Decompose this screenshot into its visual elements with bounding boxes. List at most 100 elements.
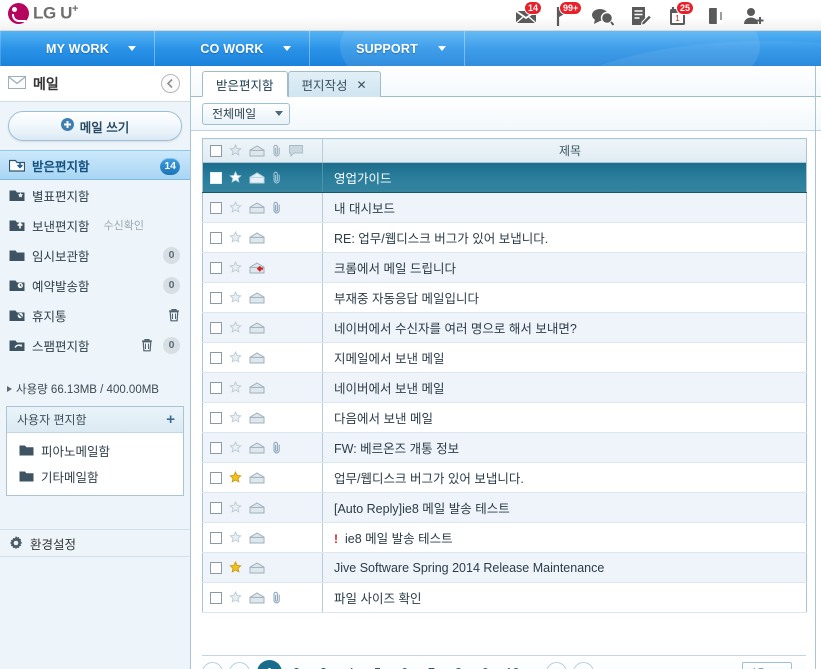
row-subject-cell[interactable]: 부재중 자동응답 메일입니다 (322, 282, 807, 313)
sidebar-item-spam[interactable]: 스팸편지함 0 (0, 330, 190, 360)
attachment-icon[interactable] (272, 201, 282, 214)
row-subject-cell[interactable]: 네이버에서 수신자를 여러 명으로 해서 보내면? (322, 312, 807, 343)
storage-usage[interactable]: 사용량 66.13MB / 400.00MB (0, 376, 190, 402)
page-button-4[interactable]: 4 (338, 660, 363, 669)
star-icon[interactable] (229, 200, 242, 214)
row-checkbox[interactable] (210, 531, 222, 544)
table-row[interactable]: ! ie8 메일 발송 테스트 (202, 522, 807, 553)
tab-inbox[interactable]: 받은편지함 (202, 71, 288, 97)
compose-mail-button[interactable]: 메일 쓰기 (8, 111, 182, 141)
user-folder-item[interactable]: 기타메일함 (7, 463, 183, 489)
add-user-folder-button[interactable]: + (166, 412, 175, 427)
page-button-3[interactable]: 3 (311, 660, 336, 669)
row-checkbox[interactable] (210, 381, 222, 394)
envelope-icon[interactable] (249, 471, 265, 484)
page-button-1[interactable]: 1 (257, 660, 282, 669)
brand-logo[interactable]: LG U+ (8, 3, 78, 24)
envelope-icon[interactable] (249, 501, 265, 514)
mail-filter-select[interactable]: 전체메일 (202, 102, 290, 125)
star-icon[interactable] (229, 440, 242, 454)
calendar-icon[interactable]: 1 25 (666, 0, 695, 28)
envelope-icon[interactable] (249, 291, 265, 304)
page-button-7[interactable]: 7 (419, 660, 444, 669)
sidebar-item-scheduled[interactable]: 예약발송함 0 (0, 270, 190, 300)
page-size-select[interactable]: 15 (742, 661, 792, 669)
attachment-icon[interactable] (272, 441, 282, 454)
star-icon[interactable] (229, 143, 242, 157)
flag-icon[interactable]: 99+ (552, 0, 583, 28)
row-checkbox[interactable] (210, 321, 222, 334)
row-subject-cell[interactable]: 크롬에서 메일 드립니다 (322, 252, 807, 283)
star-icon[interactable] (229, 500, 242, 514)
star-icon[interactable] (229, 470, 242, 484)
table-row[interactable]: 영업가이드 (202, 162, 807, 193)
row-checkbox[interactable] (210, 411, 222, 424)
table-row[interactable]: 다음에서 보낸 메일 (202, 402, 807, 433)
table-row[interactable]: [Auto Reply]ie8 메일 발송 테스트 (202, 492, 807, 523)
row-subject-cell[interactable]: 영업가이드 (322, 162, 807, 193)
row-checkbox[interactable] (210, 441, 222, 454)
envelope-icon[interactable] (249, 171, 265, 184)
star-icon[interactable] (229, 590, 242, 604)
envelope-icon[interactable] (249, 201, 265, 214)
star-icon[interactable] (229, 350, 242, 364)
sidebar-item-trash[interactable]: 휴지통 (0, 300, 190, 330)
table-row[interactable]: 네이버에서 수신자를 여러 명으로 해서 보내면? (202, 312, 807, 343)
comment-icon[interactable] (289, 144, 303, 157)
empty-trash-icon[interactable] (168, 308, 180, 322)
envelope-icon[interactable] (249, 231, 265, 244)
envelope-icon[interactable] (249, 261, 265, 274)
attachment-icon[interactable] (272, 144, 282, 157)
row-checkbox[interactable] (210, 231, 222, 244)
row-checkbox[interactable] (210, 201, 222, 214)
row-checkbox[interactable] (210, 471, 222, 484)
row-checkbox[interactable] (210, 291, 222, 304)
row-subject-cell[interactable]: [Auto Reply]ie8 메일 발송 테스트 (322, 492, 807, 523)
page-button-9[interactable]: 9 (473, 660, 498, 669)
page-button-2[interactable]: 2 (284, 660, 309, 669)
star-icon[interactable] (229, 380, 242, 394)
table-row[interactable]: 파일 사이즈 확인 (202, 582, 807, 613)
prev-page-button[interactable] (229, 662, 250, 669)
sidebar-item-inbox[interactable]: 받은편지함 14 (0, 150, 190, 180)
row-checkbox[interactable] (210, 261, 222, 274)
row-checkbox[interactable] (210, 351, 222, 364)
row-subject-cell[interactable]: FW: 베르온즈 개통 정보 (322, 432, 807, 463)
envelope-icon[interactable] (249, 321, 265, 334)
envelope-icon[interactable] (249, 381, 265, 394)
settings-link[interactable]: 환경설정 (0, 529, 190, 557)
table-row[interactable]: 네이버에서 보낸 메일 (202, 372, 807, 403)
nav-item-co-work[interactable]: CO WORK (155, 31, 310, 66)
row-subject-cell[interactable]: 업무/웹디스크 버그가 있어 보냅니다. (322, 462, 807, 493)
envelope-icon[interactable] (249, 531, 265, 544)
page-button-6[interactable]: 6 (392, 660, 417, 669)
close-icon[interactable]: ✕ (357, 78, 367, 92)
sidebar-item-starred[interactable]: 별표편지함 (0, 180, 190, 210)
row-subject-cell[interactable]: 지메일에서 보낸 메일 (322, 342, 807, 373)
row-checkbox[interactable] (210, 561, 222, 574)
star-icon[interactable] (229, 410, 242, 424)
last-page-button[interactable] (573, 662, 595, 669)
envelope-icon[interactable] (249, 351, 265, 364)
sidebar-item-drafts[interactable]: 임시보관함 0 (0, 240, 190, 270)
star-icon[interactable] (229, 170, 242, 184)
tab-compose[interactable]: 편지작성 ✕ (287, 71, 381, 97)
table-row[interactable]: 크롬에서 메일 드립니다 (202, 252, 807, 283)
envelope-icon[interactable] (249, 441, 265, 454)
user-folder-item[interactable]: 피아노메일함 (7, 437, 183, 463)
add-contact-icon[interactable] (742, 4, 766, 28)
star-icon[interactable] (229, 260, 242, 274)
page-button-5[interactable]: 5 (365, 660, 390, 669)
empty-spam-icon[interactable] (141, 338, 153, 352)
table-row[interactable]: 업무/웹디스크 버그가 있어 보냅니다. (202, 462, 807, 493)
envelope-icon[interactable] (249, 411, 265, 424)
star-icon[interactable] (229, 230, 242, 244)
table-row[interactable]: Jive Software Spring 2014 Release Mainte… (202, 552, 807, 583)
row-subject-cell[interactable]: RE: 업무/웹디스크 버그가 있어 보냅니다. (322, 222, 807, 253)
table-row[interactable]: 지메일에서 보낸 메일 (202, 342, 807, 373)
table-row[interactable]: 부재중 자동응답 메일입니다 (202, 282, 807, 313)
page-button-8[interactable]: 8 (446, 660, 471, 669)
envelope-icon[interactable] (249, 591, 265, 604)
table-row[interactable]: RE: 업무/웹디스크 버그가 있어 보냅니다. (202, 222, 807, 253)
star-icon[interactable] (229, 320, 242, 334)
